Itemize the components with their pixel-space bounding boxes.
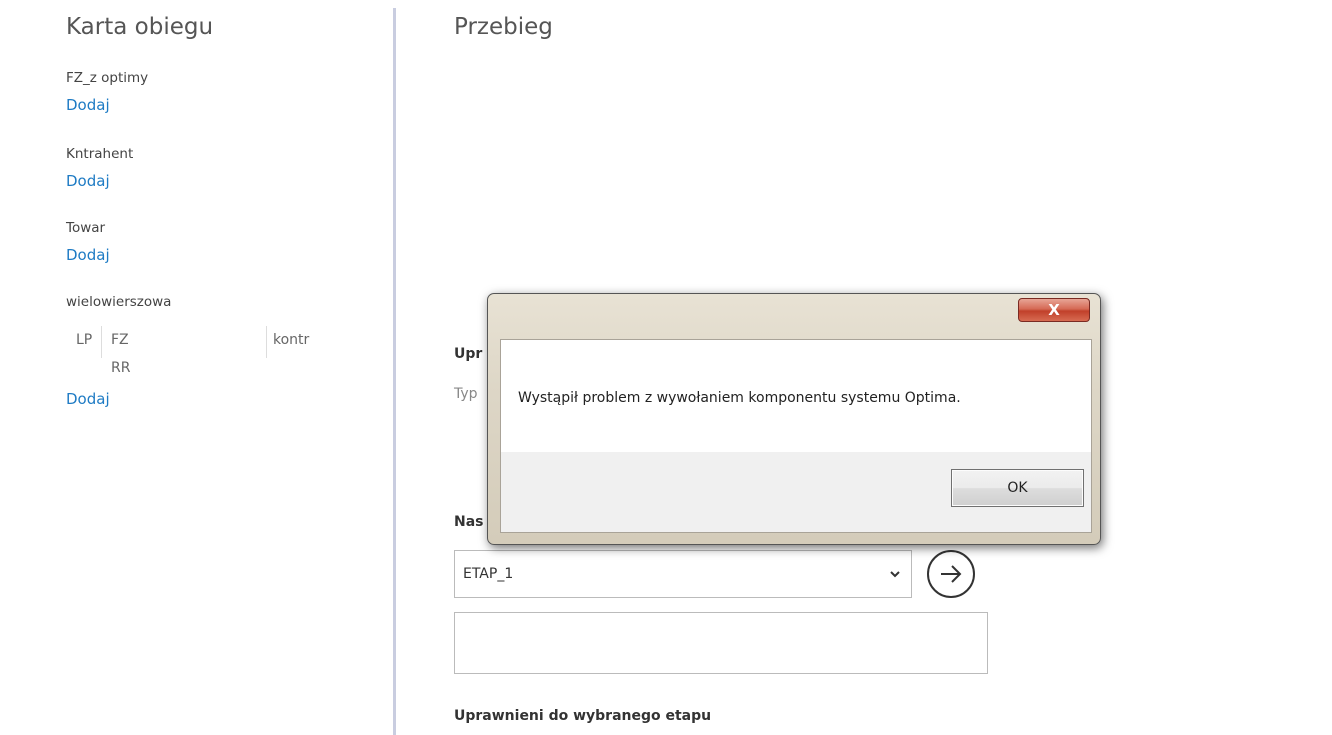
- stage-select-value: ETAP_1: [463, 566, 514, 582]
- comment-textarea[interactable]: [454, 612, 988, 674]
- chevron-down-icon: [890, 571, 900, 578]
- stage-permissions-label: Uprawnieni do wybranego etapu: [454, 708, 712, 724]
- close-button[interactable]: X: [1018, 298, 1090, 322]
- column-separator: [266, 326, 267, 358]
- panel-divider: [393, 8, 396, 735]
- field-label-kntrahent: Kntrahent: [66, 146, 134, 162]
- go-button[interactable]: [927, 550, 975, 598]
- stage-select[interactable]: ETAP_1: [454, 550, 912, 598]
- permissions-section-label: Upr: [454, 346, 483, 362]
- error-message: Wystąpił problem z wywołaniem komponentu…: [518, 390, 961, 406]
- add-link-towar[interactable]: Dodaj: [66, 246, 110, 264]
- field-label-towar: Towar: [66, 220, 106, 236]
- column-header-kontr: kontr: [273, 332, 310, 348]
- column-header-fz-rr: FZ RR: [111, 332, 131, 376]
- error-dialog: X Wystąpił problem z wywołaniem komponen…: [487, 293, 1101, 545]
- field-label-multirow: wielowierszowa: [66, 294, 172, 310]
- ok-button[interactable]: OK: [951, 469, 1084, 507]
- dialog-body: Wystąpił problem z wywołaniem komponentu…: [500, 339, 1092, 452]
- flow-title: Przebieg: [454, 14, 553, 40]
- card-title: Karta obiegu: [66, 14, 214, 40]
- add-link-multirow[interactable]: Dodaj: [66, 390, 110, 408]
- add-link-fz[interactable]: Dodaj: [66, 96, 110, 114]
- arrow-right-circle-icon: [941, 565, 962, 583]
- add-link-kntrahent[interactable]: Dodaj: [66, 172, 110, 190]
- next-stage-label: Nas: [454, 514, 484, 530]
- dialog-footer: OK: [500, 452, 1092, 533]
- field-label-fz: FZ_z optimy: [66, 70, 149, 86]
- type-hint: Typ: [454, 386, 478, 402]
- column-separator: [101, 326, 102, 358]
- column-header-lp: LP: [76, 332, 93, 348]
- close-icon: X: [1048, 301, 1060, 319]
